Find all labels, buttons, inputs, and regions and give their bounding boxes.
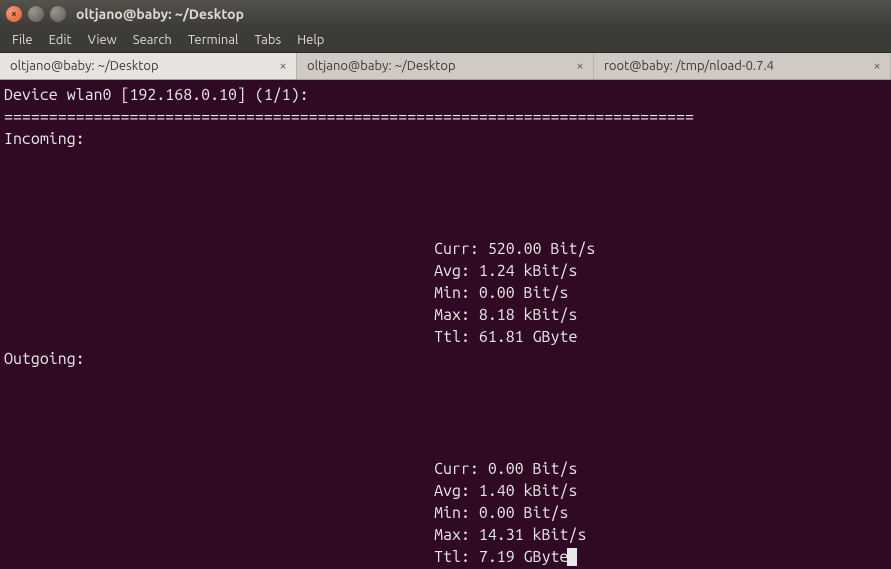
nload-incoming-label: Incoming: <box>4 130 85 148</box>
nload-separator: ========================================… <box>4 108 694 126</box>
menu-file[interactable]: File <box>4 31 41 49</box>
nload-incoming-avg: Avg: 1.24 kBit/s <box>4 260 889 282</box>
terminal-tab-label: oltjano@baby: ~/Desktop <box>10 59 276 73</box>
tab-close-icon[interactable]: × <box>573 59 587 73</box>
terminal-tab-3[interactable]: root@baby: /tmp/nload-0.7.4 × <box>594 53 891 79</box>
window-minimize-button[interactable] <box>28 6 44 22</box>
tab-close-icon[interactable]: × <box>276 59 290 73</box>
menu-tabs[interactable]: Tabs <box>246 31 289 49</box>
window-title: oltjano@baby: ~/Desktop <box>76 6 885 22</box>
window-maximize-button[interactable] <box>50 6 66 22</box>
terminal-tabbar: oltjano@baby: ~/Desktop × oltjano@baby: … <box>0 53 891 80</box>
menu-terminal[interactable]: Terminal <box>180 31 247 49</box>
terminal-tab-1[interactable]: oltjano@baby: ~/Desktop × <box>0 53 297 79</box>
nload-outgoing-ttl-line: Ttl: 7.19 GByte <box>4 546 889 568</box>
nload-incoming-curr: Curr: 520.00 Bit/s <box>4 238 889 260</box>
tab-close-icon[interactable]: × <box>870 59 884 73</box>
nload-outgoing-label: Outgoing: <box>4 350 85 368</box>
terminal-tab-label: root@baby: /tmp/nload-0.7.4 <box>604 59 870 73</box>
menubar: File Edit View Search Terminal Tabs Help <box>0 28 891 53</box>
terminal-tab-2[interactable]: oltjano@baby: ~/Desktop × <box>297 53 594 79</box>
menu-help[interactable]: Help <box>289 31 332 49</box>
menu-view[interactable]: View <box>80 31 125 49</box>
nload-incoming-max: Max: 8.18 kBit/s <box>4 304 889 326</box>
menu-search[interactable]: Search <box>125 31 180 49</box>
terminal-tab-label: oltjano@baby: ~/Desktop <box>307 59 573 73</box>
nload-incoming-min: Min: 0.00 Bit/s <box>4 282 889 304</box>
terminal-cursor <box>567 548 577 566</box>
window-titlebar: × oltjano@baby: ~/Desktop <box>0 0 891 28</box>
nload-device-line: Device wlan0 [192.168.0.10] (1/1): <box>4 86 309 104</box>
window-controls: × <box>6 6 66 22</box>
terminal-viewport[interactable]: Device wlan0 [192.168.0.10] (1/1): =====… <box>0 80 891 569</box>
nload-outgoing-curr: Curr: 0.00 Bit/s <box>4 458 889 480</box>
window-close-button[interactable]: × <box>6 6 22 22</box>
nload-outgoing-ttl: Ttl: 7.19 GByte <box>434 548 568 566</box>
nload-incoming-ttl: Ttl: 61.81 GByte <box>4 326 889 348</box>
menu-edit[interactable]: Edit <box>41 31 80 49</box>
nload-outgoing-avg: Avg: 1.40 kBit/s <box>4 480 889 502</box>
nload-outgoing-min: Min: 0.00 Bit/s <box>4 502 889 524</box>
nload-outgoing-max: Max: 14.31 kBit/s <box>4 524 889 546</box>
